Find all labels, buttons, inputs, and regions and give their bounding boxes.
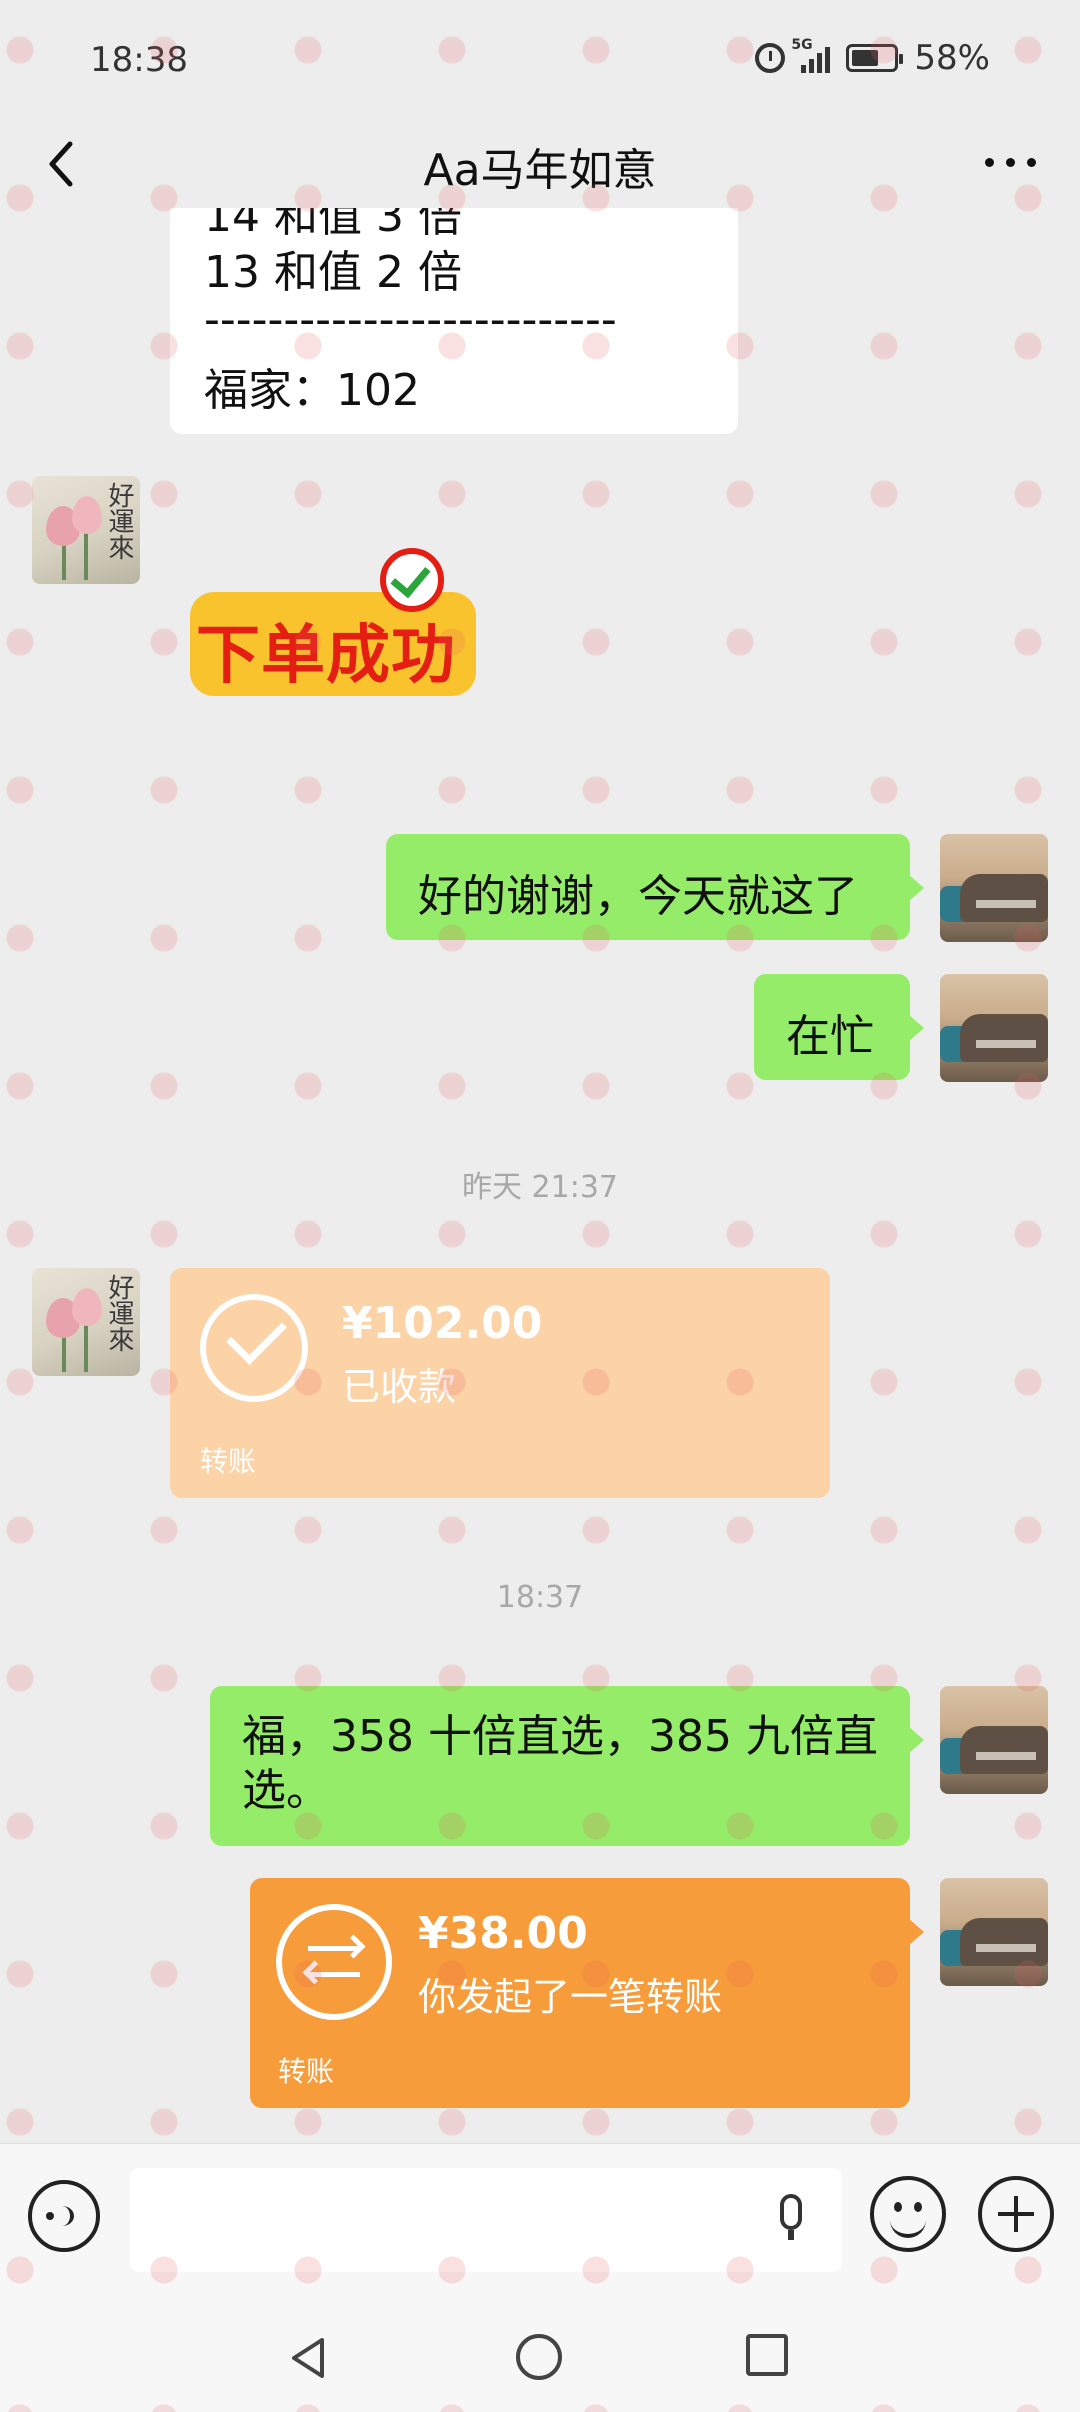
chat-header: Aa马年如意 bbox=[0, 120, 1080, 208]
transfer-received-card[interactable]: ¥102.00 已收款 转账 bbox=[170, 1268, 830, 1498]
avatar[interactable] bbox=[940, 834, 1048, 942]
avatar-calligraphy: 好運來 bbox=[104, 482, 134, 560]
status-indicators: 5G 58% bbox=[755, 37, 990, 78]
transfer-type: 转账 bbox=[200, 1445, 257, 1478]
input-bar bbox=[0, 2143, 1080, 2299]
transfer-status: 你发起了一笔转账 bbox=[418, 1975, 723, 2019]
checkmark-icon bbox=[200, 1294, 308, 1402]
transfer-status: 已收款 bbox=[342, 1365, 457, 1409]
message-input[interactable] bbox=[130, 2168, 842, 2272]
transfer-amount: ¥38.00 bbox=[418, 1908, 588, 1959]
transfer-type: 转账 bbox=[278, 2055, 335, 2088]
message-line: 13 和值 2 倍 bbox=[204, 247, 462, 298]
avatar[interactable]: 好運來 bbox=[32, 476, 140, 584]
system-navigation bbox=[0, 2298, 1080, 2412]
avatar[interactable]: 好運來 bbox=[32, 1268, 140, 1376]
mic-icon[interactable] bbox=[780, 2194, 802, 2240]
message-text: 福，358 十倍直选，385 九倍直选。 bbox=[242, 1711, 878, 1816]
message-text: 好的谢谢，今天就这了 bbox=[418, 871, 858, 922]
avatar[interactable] bbox=[940, 1686, 1048, 1794]
received-text-bubble[interactable]: 14 和值 3 倍 13 和值 2 倍 --------------------… bbox=[170, 208, 738, 434]
chat-title: Aa马年如意 bbox=[423, 145, 657, 196]
transfer-arrows-icon bbox=[276, 1904, 392, 2020]
transfer-sent-card[interactable]: ¥38.00 你发起了一笔转账 转账 bbox=[250, 1878, 924, 2108]
plus-icon[interactable] bbox=[978, 2176, 1054, 2252]
network-type: 5G bbox=[791, 37, 813, 53]
emoji-icon[interactable] bbox=[870, 2176, 946, 2252]
message-list[interactable]: 14 和值 3 倍 13 和值 2 倍 --------------------… bbox=[0, 208, 1080, 2143]
battery-percent: 58% bbox=[914, 38, 990, 78]
avatar[interactable] bbox=[940, 974, 1048, 1082]
sent-text-bubble[interactable]: 好的谢谢，今天就这了 bbox=[386, 834, 924, 940]
checkmark-icon bbox=[380, 548, 444, 612]
voice-icon[interactable] bbox=[28, 2180, 100, 2252]
message-divider: -------------------------- bbox=[204, 294, 617, 345]
message-line: 福家：102 bbox=[204, 365, 420, 416]
nav-back-icon[interactable] bbox=[288, 2336, 328, 2380]
timestamp-separator: 18:37 bbox=[496, 1580, 584, 1615]
avatar-calligraphy: 好運來 bbox=[104, 1274, 134, 1352]
more-icon[interactable] bbox=[985, 158, 1036, 167]
alarm-icon bbox=[755, 43, 786, 73]
nav-recent-icon[interactable] bbox=[746, 2334, 788, 2376]
signal-icon: 5G bbox=[791, 37, 831, 73]
avatar[interactable] bbox=[940, 1878, 1048, 1986]
battery-icon bbox=[846, 44, 904, 72]
message-text: 在忙 bbox=[786, 1011, 874, 1062]
transfer-amount: ¥102.00 bbox=[342, 1298, 543, 1349]
sent-text-bubble[interactable]: 在忙 bbox=[754, 974, 924, 1080]
sent-text-bubble[interactable]: 福，358 十倍直选，385 九倍直选。 bbox=[210, 1686, 924, 1846]
sticker-text: 下单成功 bbox=[196, 619, 456, 693]
nav-home-icon[interactable] bbox=[516, 2334, 562, 2380]
status-time: 18:38 bbox=[90, 40, 188, 80]
status-bar: 18:38 5G 58% bbox=[0, 0, 1080, 120]
timestamp-separator: 昨天 21:37 bbox=[462, 1170, 618, 1205]
